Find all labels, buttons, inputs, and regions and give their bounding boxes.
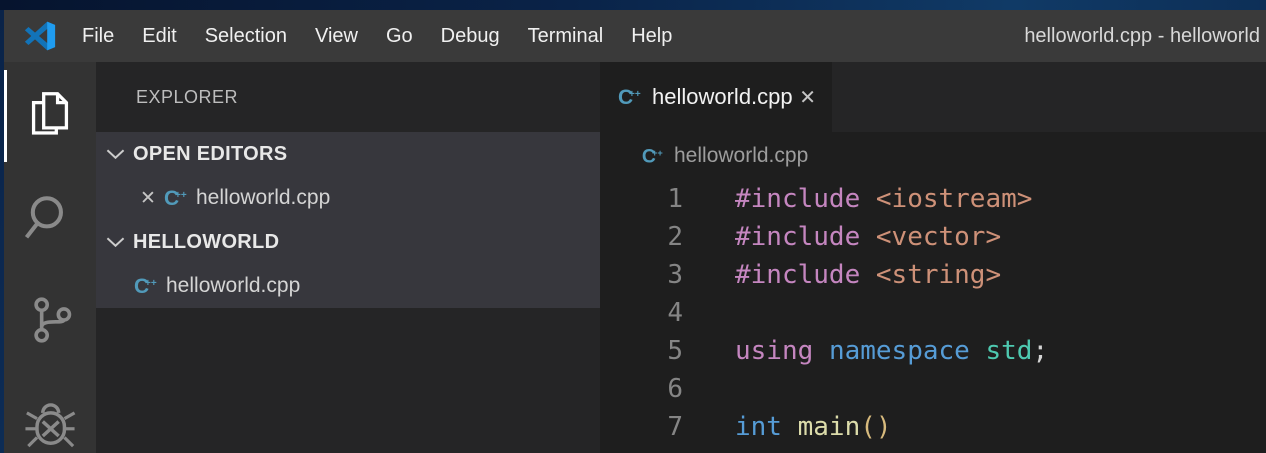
- line-content[interactable]: [683, 370, 735, 408]
- close-icon[interactable]: ✕: [799, 85, 816, 110]
- line-number[interactable]: 1: [600, 180, 683, 218]
- code-line[interactable]: 6: [600, 370, 1266, 408]
- explorer-sidebar: EXPLORER OPEN EDITORS ✕ C ++ helloworld.…: [96, 62, 600, 453]
- line-number[interactable]: 2: [600, 218, 683, 256]
- chevron-down-icon[interactable]: [106, 235, 125, 249]
- section-header-open-editors[interactable]: OPEN EDITORS: [96, 132, 600, 176]
- title-bar: File Edit Selection View Go Debug Termin…: [4, 10, 1266, 62]
- vscode-logo-icon: [22, 18, 58, 54]
- code-line[interactable]: 4: [600, 294, 1266, 332]
- breadcrumb-item: helloworld.cpp: [674, 144, 808, 168]
- tab-helloworld-cpp[interactable]: C ++ helloworld.cpp ✕: [600, 62, 832, 132]
- file-name: helloworld.cpp: [196, 186, 330, 210]
- section-label: OPEN EDITORS: [133, 143, 287, 166]
- tree-item-helloworld-cpp[interactable]: C ++ helloworld.cpp: [96, 264, 600, 308]
- window-title: helloworld.cpp - helloworld: [1024, 25, 1266, 48]
- editor-group: C ++ helloworld.cpp ✕ C ++ helloworld.cp…: [600, 62, 1266, 453]
- line-content[interactable]: int main(): [683, 408, 892, 446]
- menu-item[interactable]: File: [68, 10, 128, 62]
- bug-icon: [24, 397, 76, 449]
- section-label: HELLOWORLD: [133, 231, 279, 254]
- code-line[interactable]: 7 int main(): [600, 408, 1266, 446]
- line-number[interactable]: 3: [600, 256, 683, 294]
- code-line[interactable]: 1 #include <iostream>: [600, 180, 1266, 218]
- vscode-window: File Edit Selection View Go Debug Termin…: [0, 0, 1266, 453]
- svg-text:++: ++: [145, 278, 157, 289]
- line-number[interactable]: 4: [600, 294, 683, 332]
- activity-item-source-control[interactable]: [4, 268, 96, 371]
- line-content[interactable]: #include <iostream>: [683, 180, 1032, 218]
- svg-text:++: ++: [629, 89, 641, 100]
- activity-item-search[interactable]: [4, 165, 96, 268]
- activity-item-explorer[interactable]: [4, 62, 96, 165]
- explorer-tree: OPEN EDITORS ✕ C ++ helloworld.cpp HELLO…: [96, 132, 600, 308]
- line-content[interactable]: [683, 294, 735, 332]
- line-content[interactable]: #include <string>: [683, 256, 1001, 294]
- file-name: helloworld.cpp: [166, 274, 300, 298]
- code-line[interactable]: 3 #include <string>: [600, 256, 1266, 294]
- menu-item[interactable]: Terminal: [514, 10, 618, 62]
- section-header-helloworld[interactable]: HELLOWORLD: [96, 220, 600, 264]
- sidebar-title: EXPLORER: [96, 62, 600, 132]
- files-icon: [26, 90, 74, 138]
- line-content[interactable]: #include <vector>: [683, 218, 1001, 256]
- desktop-edge-top: [0, 0, 1266, 10]
- code-line[interactable]: 2 #include <vector>: [600, 218, 1266, 256]
- menu-item[interactable]: Debug: [427, 10, 514, 62]
- menu-bar: File Edit Selection View Go Debug Termin…: [68, 10, 686, 62]
- code-area[interactable]: 1 #include <iostream> 2 #include <vector…: [600, 180, 1266, 446]
- activity-item-debug[interactable]: [4, 371, 96, 453]
- code-line[interactable]: 5 using namespace std;: [600, 332, 1266, 370]
- cpp-file-icon: C ++: [616, 84, 642, 110]
- menu-item[interactable]: Help: [617, 10, 686, 62]
- activity-bar: [4, 62, 96, 453]
- cpp-file-icon: C ++: [132, 273, 158, 299]
- tab-label: helloworld.cpp: [652, 84, 793, 110]
- search-icon: [25, 192, 75, 242]
- git-branch-icon: [25, 295, 75, 345]
- close-icon[interactable]: ✕: [140, 187, 162, 210]
- breadcrumb[interactable]: C ++ helloworld.cpp: [600, 132, 1266, 180]
- chevron-down-icon[interactable]: [106, 147, 125, 161]
- cpp-file-icon: C ++: [640, 144, 664, 168]
- active-view-indicator: [4, 70, 7, 162]
- menu-item[interactable]: Go: [372, 10, 427, 62]
- line-number[interactable]: 5: [600, 332, 683, 370]
- open-editor-item-helloworld-cpp[interactable]: ✕ C ++ helloworld.cpp: [96, 176, 600, 220]
- svg-text:++: ++: [175, 190, 187, 201]
- menu-item[interactable]: View: [301, 10, 372, 62]
- line-number[interactable]: 6: [600, 370, 683, 408]
- menu-item[interactable]: Selection: [191, 10, 301, 62]
- cpp-file-icon: C ++: [162, 185, 188, 211]
- svg-text:++: ++: [652, 148, 663, 158]
- line-content[interactable]: using namespace std;: [683, 332, 1048, 370]
- menu-item[interactable]: Edit: [128, 10, 190, 62]
- tab-bar: C ++ helloworld.cpp ✕: [600, 62, 1266, 132]
- line-number[interactable]: 7: [600, 408, 683, 446]
